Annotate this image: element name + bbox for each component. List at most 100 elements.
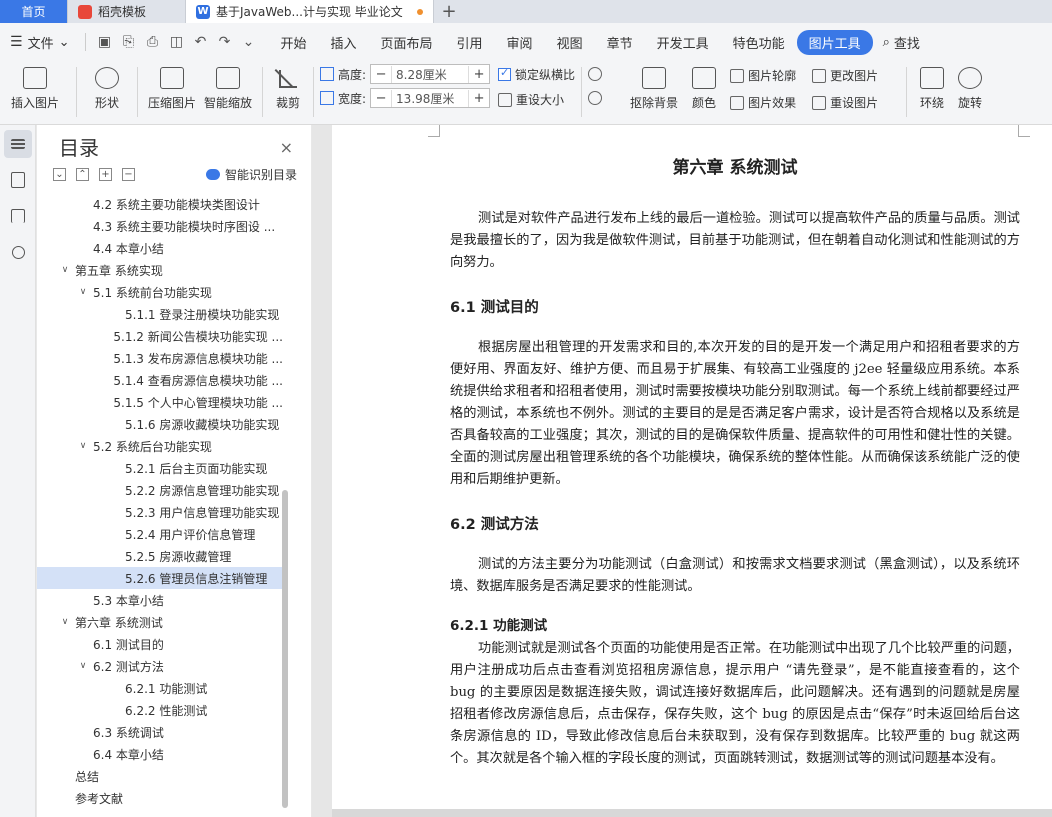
toc-item[interactable]: 5.2.4 用户评价信息管理 xyxy=(37,523,283,545)
toc-item[interactable]: 5.2.1 后台主页面功能实现 xyxy=(37,457,283,479)
toc-item[interactable]: 总结 xyxy=(37,765,283,787)
width-decrease-button[interactable]: − xyxy=(371,91,391,106)
smart-zoom-button[interactable]: 智能缩放 xyxy=(200,61,256,121)
toc-item[interactable]: 5.2.5 房源收藏管理 xyxy=(37,545,283,567)
undo-icon[interactable]: ↶ xyxy=(188,34,212,50)
toc-panel: 目录 × ⌄ ⌃ + − 智能识别目录 4.2 系统主要功能模块类图设计 4.3 … xyxy=(37,125,311,817)
toc-item-label: 第五章 系统实现 xyxy=(75,263,163,278)
toc-item[interactable]: 4.2 系统主要功能模块类图设计 xyxy=(37,193,283,215)
ribbon-tab[interactable]: 插入 xyxy=(319,33,369,52)
toc-item[interactable]: 5.1.2 新闻公告模块功能实现 ... xyxy=(37,325,283,347)
color-button[interactable]: 颜色 xyxy=(684,61,724,121)
toc-item[interactable]: 6.2.1 功能测试 xyxy=(37,677,283,699)
width-increase-button[interactable]: + xyxy=(469,91,489,106)
toc-item[interactable]: ∨ 第五章 系统实现 xyxy=(37,259,283,281)
toc-item[interactable]: 5.3 本章小结 xyxy=(37,589,283,611)
height-decrease-button[interactable]: − xyxy=(371,67,391,82)
rotate-button[interactable]: 旋转 xyxy=(951,61,989,121)
redo-icon[interactable]: ↷ xyxy=(212,34,236,50)
change-picture-button[interactable]: 更改图片 xyxy=(812,67,900,84)
toc-item[interactable]: 5.1.1 登录注册模块功能实现 xyxy=(37,303,283,325)
search-panel-button[interactable] xyxy=(4,238,32,266)
document-area: 第六章 系统测试 测试是对软件产品进行发布上线的最后一道检验。测试可以提高软件产… xyxy=(312,125,1052,817)
toc-item[interactable]: 6.3 系统调试 xyxy=(37,721,283,743)
toc-scrollbar[interactable] xyxy=(282,490,288,808)
file-menu[interactable]: ☰ 文件 ⌄ xyxy=(0,33,79,52)
toc-item[interactable]: 5.2.2 房源信息管理功能实现 xyxy=(37,479,283,501)
collapse-all-icon[interactable]: ⌄ xyxy=(53,167,66,181)
toc-item[interactable]: 6.2.2 性能测试 xyxy=(37,699,283,721)
crop-button[interactable]: 裁剪 xyxy=(269,61,307,121)
height-stepper[interactable]: − 8.28厘米 + xyxy=(370,64,491,84)
toc-item[interactable]: 5.1.5 个人中心管理模块功能 ... xyxy=(37,391,283,413)
width-input[interactable]: 13.98厘米 xyxy=(391,89,470,107)
tab-template-label: 稻壳模板 xyxy=(98,5,147,19)
toc-panel-button[interactable] xyxy=(4,130,32,158)
ribbon-tab[interactable]: 章节 xyxy=(595,33,645,52)
chevron-down-icon[interactable]: ∨ xyxy=(59,617,71,627)
brightness-icon[interactable] xyxy=(588,67,603,81)
tab-home[interactable]: 首页 xyxy=(0,0,68,23)
ribbon-tab[interactable]: 开始 xyxy=(268,33,318,52)
toc-item[interactable]: ∨ 5.2 系统后台功能实现 xyxy=(37,435,283,457)
outline-button[interactable]: 图片轮廓 xyxy=(730,67,812,84)
toc-item[interactable]: 4.4 本章小结 xyxy=(37,237,283,259)
print-icon[interactable]: ⎙ xyxy=(140,34,164,50)
ribbon-tab[interactable]: 特色功能 xyxy=(721,33,797,52)
contrast-icon[interactable] xyxy=(588,91,603,105)
chevron-down-icon[interactable]: ∨ xyxy=(59,265,71,275)
toc-item[interactable]: ∨ 6.2 测试方法 xyxy=(37,655,283,677)
width-stepper[interactable]: − 13.98厘米 + xyxy=(370,88,491,108)
toc-item[interactable]: 5.2.3 用户信息管理功能实现 xyxy=(37,501,283,523)
save-icon[interactable]: ▣ xyxy=(92,34,116,50)
toc-item[interactable]: ∨ 第六章 系统测试 xyxy=(37,611,283,633)
toc-item[interactable]: 5.1.6 房源收藏模块功能实现 xyxy=(37,413,283,435)
height-input[interactable]: 8.28厘米 xyxy=(391,65,470,83)
horizontal-scrollbar[interactable] xyxy=(332,809,1052,817)
document-content[interactable]: 第六章 系统测试 测试是对软件产品进行发布上线的最后一道检验。测试可以提高软件产… xyxy=(450,153,1020,770)
chevron-down-icon[interactable]: ∨ xyxy=(77,661,89,671)
toc-item[interactable]: 6.1 测试目的 xyxy=(37,633,283,655)
tab-template[interactable]: 稻壳模板 xyxy=(68,0,186,23)
chevron-down-icon[interactable]: ∨ xyxy=(77,441,89,451)
lock-ratio-checkbox[interactable]: 锁定纵横比 xyxy=(498,66,575,83)
expand-all-icon[interactable]: ⌃ xyxy=(76,167,89,181)
toc-item[interactable]: ∨ 5.1 系统前台功能实现 xyxy=(37,281,283,303)
ribbon-tab[interactable]: 审阅 xyxy=(495,33,545,52)
ribbon-tab-picture-tools[interactable]: 图片工具 xyxy=(796,29,873,55)
toc-item[interactable]: 4.3 系统主要功能模块时序图设 ... xyxy=(37,215,283,237)
toc-item[interactable]: 6.4 本章小结 xyxy=(37,743,283,765)
page-corner-mark xyxy=(1018,125,1030,137)
new-tab-button[interactable]: + xyxy=(434,0,464,23)
export-icon[interactable]: ⎘ xyxy=(116,34,140,50)
toc-item[interactable]: 5.1.4 查看房源信息模块功能 ... xyxy=(37,369,283,391)
tab-document[interactable]: W 基于JavaWeb...计与实现 毕业论文 xyxy=(186,0,434,23)
wrap-button[interactable]: 环绕 xyxy=(913,61,951,121)
toc-item[interactable]: 参考文献 xyxy=(37,787,283,809)
ribbon-tab[interactable]: 视图 xyxy=(545,33,595,52)
shape-button[interactable]: 形状 xyxy=(83,61,131,121)
insert-picture-button[interactable]: 插入图片 xyxy=(0,61,70,121)
ribbon-tab[interactable]: 开发工具 xyxy=(645,33,721,52)
reset-size-button[interactable]: 重设大小 xyxy=(498,91,575,108)
print-preview-icon[interactable]: ◫ xyxy=(164,34,188,50)
effect-button[interactable]: 图片效果 xyxy=(730,94,812,111)
toc-item[interactable]: 5.1.3 发布房源信息模块功能 ... xyxy=(37,347,283,369)
add-item-icon[interactable]: + xyxy=(99,167,112,181)
ribbon-tab[interactable]: 页面布局 xyxy=(369,33,445,52)
outline-panel-button[interactable] xyxy=(4,166,32,194)
remove-background-button[interactable]: 抠除背景 xyxy=(624,61,684,121)
more-icon[interactable]: ⌄ xyxy=(236,34,260,50)
remove-item-icon[interactable]: − xyxy=(122,167,135,181)
smart-toc-button[interactable]: 智能识别目录 xyxy=(205,166,297,183)
reset-picture-button[interactable]: 重设图片 xyxy=(812,94,900,111)
height-increase-button[interactable]: + xyxy=(469,67,489,82)
compress-button[interactable]: 压缩图片 xyxy=(144,61,200,121)
divider xyxy=(85,33,87,51)
ribbon-tab[interactable]: 引用 xyxy=(445,33,495,52)
find-button[interactable]: ⌕ 查找 xyxy=(873,33,930,52)
toc-item[interactable]: 5.2.6 管理员信息注销管理 xyxy=(37,567,283,589)
chevron-down-icon[interactable]: ∨ xyxy=(77,287,89,297)
bookmark-panel-button[interactable] xyxy=(4,202,32,230)
close-icon[interactable]: × xyxy=(280,138,293,157)
